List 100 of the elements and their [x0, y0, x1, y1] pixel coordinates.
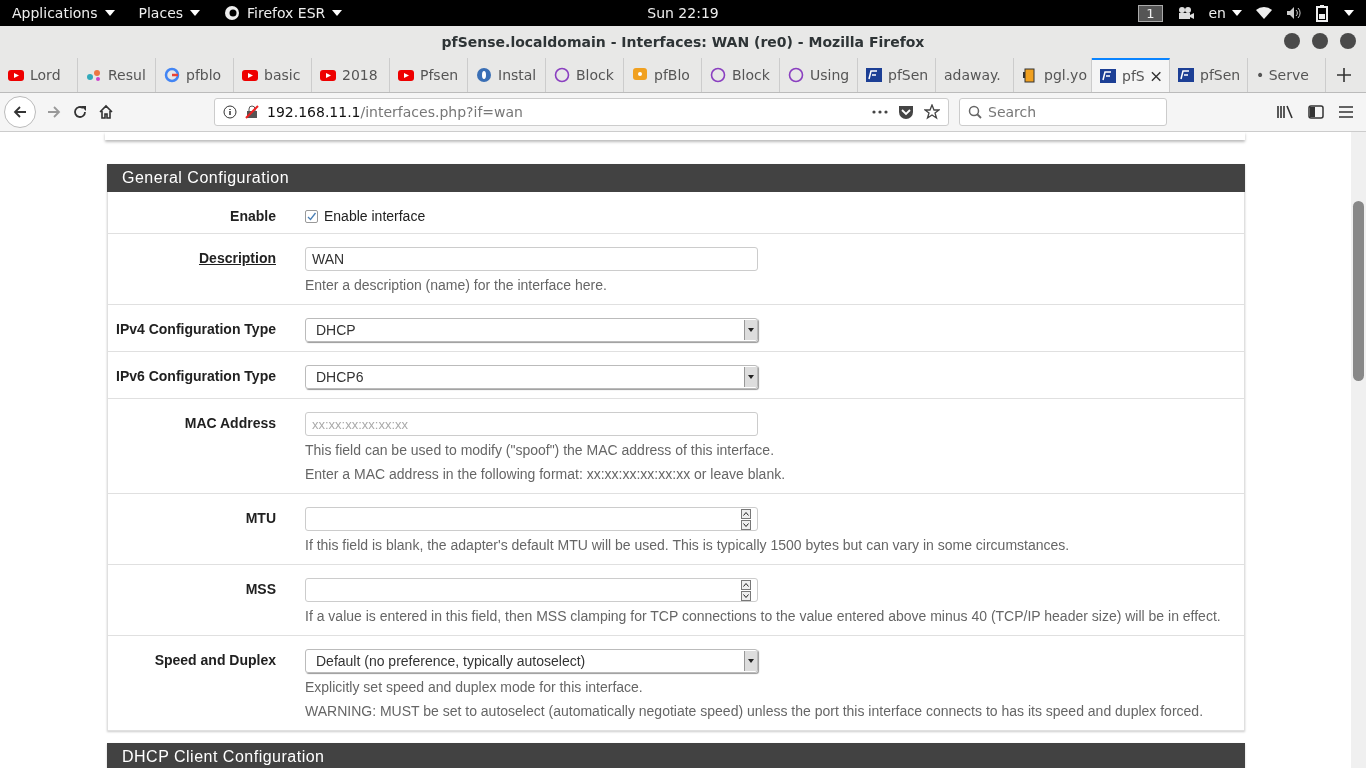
badge-icon	[476, 67, 492, 83]
letter-g-icon	[164, 67, 180, 83]
star-icon[interactable]	[924, 104, 940, 120]
browser-tab[interactable]: adaway.	[936, 58, 1014, 92]
dropdown[interactable]: DHCP6	[305, 365, 758, 389]
browser-tab[interactable]: Resul	[78, 58, 156, 92]
url-text: 192.168.11.1/interfaces.php?if=wan	[267, 104, 523, 120]
forward-icon[interactable]	[46, 104, 62, 120]
language-menu[interactable]: en	[1208, 5, 1242, 21]
caret-icon	[748, 375, 754, 379]
help-text: If a value is entered in this field, then MSS clamping for TCP connections to the value entered above minus 40 (TCP/IP header size) will be in effect.	[305, 607, 1221, 626]
caret-icon	[1232, 10, 1242, 16]
clock[interactable]: Sun 22:19	[647, 5, 719, 21]
help-text: If this field is blank, the adapter's default MTU will be used. This is typically 1500 bytes but can vary in some circumstances.	[305, 536, 1070, 555]
input-field[interactable]: WAN	[305, 247, 758, 271]
help-text: Explicitly set speed and duplex mode for this interface.	[305, 678, 644, 697]
minimize-button[interactable]	[1284, 33, 1300, 49]
pf-logo-icon	[1100, 68, 1116, 84]
close-button[interactable]	[1340, 33, 1356, 49]
spin-down-icon[interactable]	[741, 591, 751, 601]
close-icon[interactable]	[1150, 70, 1161, 82]
caret-icon	[1344, 10, 1354, 16]
checkbox[interactable]	[305, 209, 318, 223]
help-text: This field can be used to modify ("spoof") the MAC address of this interface.	[305, 441, 776, 460]
browser-tab[interactable]: Instal	[468, 58, 546, 92]
battery-icon[interactable]	[1316, 4, 1330, 22]
browser-tab[interactable]: pfblo	[156, 58, 234, 92]
search-icon	[968, 105, 982, 119]
dots-icon	[86, 67, 102, 83]
checkbox-label: Enable interface	[324, 208, 426, 224]
spin-up-icon[interactable]	[741, 509, 751, 519]
browser-tab[interactable]: 2018	[312, 58, 390, 92]
number-field[interactable]	[305, 578, 758, 602]
back-button[interactable]	[4, 96, 36, 128]
menu-button[interactable]: Firefox ESR	[212, 5, 355, 21]
info-icon[interactable]	[223, 105, 237, 119]
browser-tab[interactable]: pfSen	[858, 58, 936, 92]
scrollbar-thumb[interactable]	[1353, 201, 1364, 381]
field-label: Speed and Duplex	[154, 651, 276, 670]
help-text: Enter a description (name) for the interface here.	[305, 276, 608, 295]
dropdown[interactable]: DHCP	[305, 318, 758, 342]
play-icon	[242, 67, 258, 83]
maximize-button[interactable]	[1312, 33, 1328, 49]
play-icon	[320, 67, 336, 83]
speech-bubble-icon	[632, 67, 648, 83]
browser-tab[interactable]: Pfsen	[390, 58, 468, 92]
workspace-indicator[interactable]: 1	[1138, 4, 1163, 22]
wifi-icon[interactable]	[1256, 6, 1272, 20]
number-field[interactable]	[305, 507, 758, 531]
section-header: DHCP Client Configuration	[107, 743, 1245, 768]
field-label: Description	[199, 249, 276, 268]
play-icon	[8, 67, 24, 83]
field-label: MTU	[245, 509, 276, 528]
input-field[interactable]: xx:xx:xx:xx:xx:xx	[305, 412, 758, 436]
browser-tab[interactable]: Using	[780, 58, 858, 92]
menu-button[interactable]: Places	[126, 5, 213, 21]
back-arrow-icon[interactable]	[12, 104, 28, 120]
dropdown[interactable]: Default (no preference, typically autoselect)	[305, 649, 758, 673]
browser-tab[interactable]: basic	[234, 58, 312, 92]
library-icon[interactable]	[1276, 104, 1294, 120]
caret-icon	[748, 659, 754, 663]
section-header: General Configuration	[107, 164, 1245, 192]
browser-tab[interactable]: pfS	[1092, 58, 1170, 92]
insecure-lock-icon[interactable]	[245, 105, 259, 119]
volume-icon[interactable]	[1286, 6, 1302, 20]
help-text: Enter a MAC address in the following format: xx:xx:xx:xx:xx:xx or leave blank.	[305, 465, 786, 484]
spin-up-icon[interactable]	[741, 580, 751, 590]
browser-tab[interactable]: Block	[702, 58, 780, 92]
field-label: IPv4 Configuration Type	[116, 320, 276, 339]
ring-icon	[710, 67, 726, 83]
ring-icon	[788, 67, 804, 83]
more-icon[interactable]	[872, 110, 888, 114]
browser-tab[interactable]: pfBlo	[624, 58, 702, 92]
reload-icon[interactable]	[72, 104, 88, 120]
menu-icon[interactable]	[1338, 105, 1354, 119]
browser-tab[interactable]: • Serve	[1248, 58, 1326, 92]
field-label: MSS	[245, 580, 276, 599]
address-bar[interactable]: 192.168.11.1/interfaces.php?if=wan	[214, 98, 949, 126]
field-label: IPv6 Configuration Type	[116, 367, 276, 386]
browser-tab[interactable]: Lord	[0, 58, 78, 92]
caret-icon	[332, 10, 343, 16]
pf-logo-icon	[866, 67, 882, 83]
spin-down-icon[interactable]	[741, 520, 751, 530]
play-icon	[398, 67, 414, 83]
browser-tab[interactable]: Block	[546, 58, 624, 92]
caret-icon	[104, 10, 115, 16]
menu-button[interactable]: Applications	[0, 5, 127, 21]
browser-tab[interactable]: pfSen	[1170, 58, 1248, 92]
camera-icon[interactable]	[1176, 6, 1195, 20]
sidebar-icon[interactable]	[1308, 104, 1324, 120]
field-label: Enable	[230, 207, 276, 224]
search-field[interactable]: Search	[959, 98, 1167, 126]
window-title: pfSense.localdomain - Interfaces: WAN (re0) - Mozilla Firefox	[441, 34, 925, 50]
caret-icon	[748, 328, 754, 332]
pf-logo-icon	[1178, 67, 1194, 83]
new-tab-icon[interactable]	[1336, 67, 1352, 83]
ring-icon	[554, 67, 570, 83]
pocket-icon[interactable]	[898, 104, 914, 120]
caret-icon	[190, 10, 201, 16]
home-icon[interactable]	[98, 104, 114, 120]
